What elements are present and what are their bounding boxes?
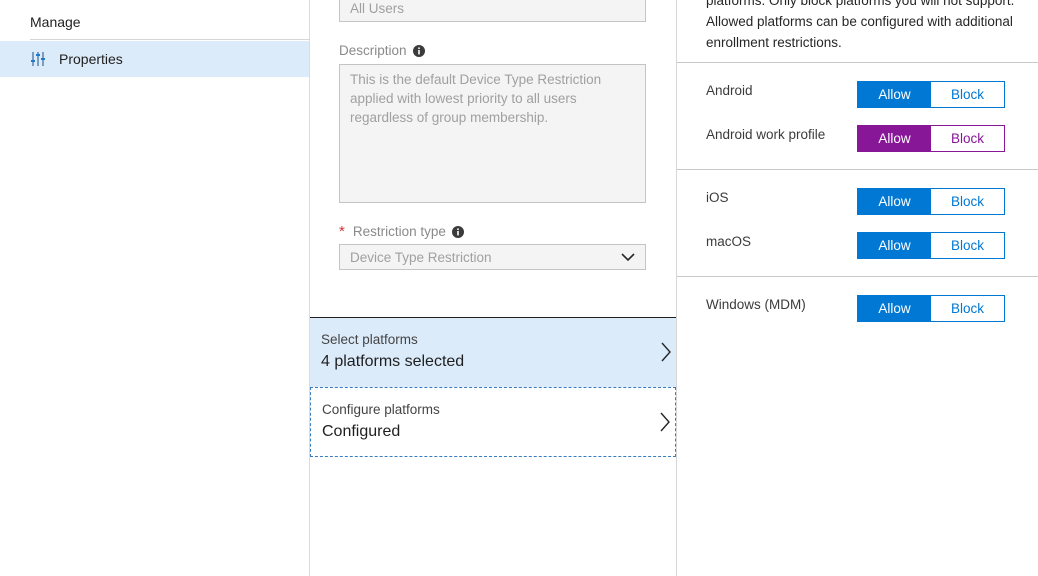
ios-allow-block-toggle: Allow Block [857, 188, 1005, 215]
divider [677, 169, 1038, 170]
divider [677, 62, 1038, 63]
android-work-profile-allow-button[interactable]: Allow [858, 126, 931, 151]
properties-pane: All Users Description This is the defaul… [310, 0, 676, 576]
sidebar-item-label: Properties [59, 51, 123, 67]
restriction-type-value: Device Type Restriction [350, 249, 492, 265]
chevron-right-icon [660, 341, 672, 363]
ios-allow-button[interactable]: Allow [858, 189, 931, 214]
divider [677, 276, 1038, 277]
platform-label-ios: iOS [706, 190, 729, 205]
chevron-right-icon [659, 411, 671, 433]
select-platforms-row[interactable]: Select platforms 4 platforms selected [310, 317, 676, 387]
macos-allow-button[interactable]: Allow [858, 233, 931, 258]
restriction-type-dropdown[interactable]: Device Type Restriction [339, 244, 646, 270]
android-allow-button[interactable]: Allow [858, 82, 931, 107]
configure-platforms-pane: platforms. Only block platforms you will… [676, 0, 1038, 576]
properties-sliders-icon [29, 50, 47, 68]
android-block-button[interactable]: Block [931, 82, 1004, 107]
windows-mdm-block-button[interactable]: Block [931, 296, 1004, 321]
description-label: Description [339, 43, 425, 58]
description-label-text: Description [339, 43, 407, 58]
platform-label-macos: macOS [706, 234, 752, 249]
nav-divider [30, 39, 310, 40]
left-nav: Manage Properties [0, 0, 310, 576]
restriction-type-label-text: Restriction type [352, 224, 446, 239]
platform-label-windows-mdm: Windows (MDM) [706, 297, 806, 312]
info-icon[interactable] [451, 225, 464, 238]
sidebar-item-properties[interactable]: Properties [0, 41, 309, 77]
chevron-down-icon [621, 250, 635, 265]
configure-platforms-value: Configured [322, 423, 401, 440]
android-work-profile-allow-block-toggle: Allow Block [857, 125, 1005, 152]
description-textarea[interactable]: This is the default Device Type Restrict… [339, 64, 646, 203]
platform-label-android-work-profile: Android work profile [706, 127, 826, 142]
assignment-field[interactable]: All Users [339, 0, 646, 22]
configure-platforms-row[interactable]: Configure platforms Configured [310, 387, 676, 457]
android-allow-block-toggle: Allow Block [857, 81, 1005, 108]
macos-allow-block-toggle: Allow Block [857, 232, 1005, 259]
ios-block-button[interactable]: Block [931, 189, 1004, 214]
select-platforms-title: Select platforms [321, 332, 418, 347]
nav-section-title-manage: Manage [30, 14, 81, 30]
configure-platforms-title: Configure platforms [322, 402, 440, 417]
windows-mdm-allow-button[interactable]: Allow [858, 296, 931, 321]
platform-label-android: Android [706, 83, 753, 98]
platforms-description: platforms. Only block platforms you will… [706, 0, 1015, 50]
macos-block-button[interactable]: Block [931, 233, 1004, 258]
required-marker: * [339, 223, 345, 240]
restriction-type-label: * Restriction type [339, 223, 464, 240]
windows-mdm-allow-block-toggle: Allow Block [857, 295, 1005, 322]
info-icon[interactable] [412, 44, 425, 57]
android-work-profile-block-button[interactable]: Block [931, 126, 1004, 151]
select-platforms-value: 4 platforms selected [321, 353, 465, 370]
